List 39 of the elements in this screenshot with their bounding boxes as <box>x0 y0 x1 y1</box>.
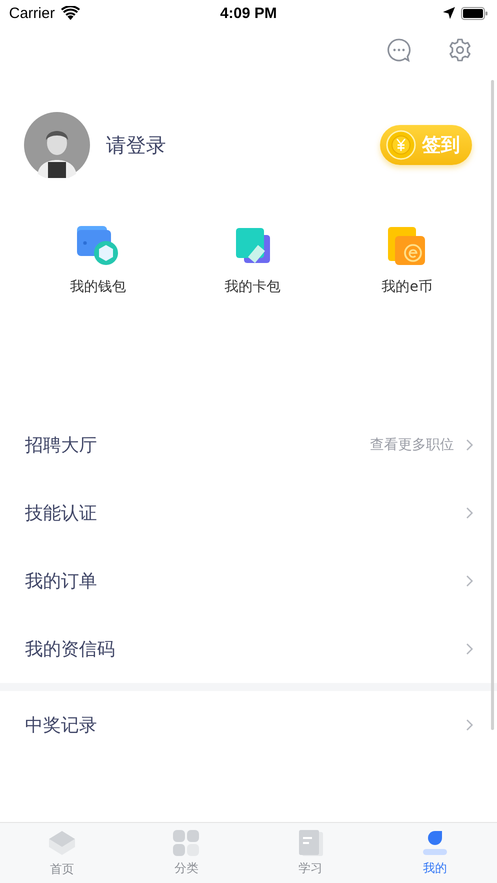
category-icon <box>173 830 200 856</box>
shortcut-item[interactable]: 我的钱包 <box>58 226 138 296</box>
card-icon <box>234 226 272 266</box>
shortcut-item[interactable]: 我的e币 <box>367 226 447 296</box>
menu-label: 技能认证 <box>25 502 98 525</box>
chevron-icon <box>466 575 473 587</box>
chevron-icon <box>466 507 473 519</box>
settings-icon[interactable] <box>448 38 472 62</box>
chevron-icon <box>466 439 473 451</box>
menu-hint: 查看更多职位 <box>370 436 454 454</box>
menu-label: 招聘大厅 <box>25 434 98 457</box>
chevron-icon <box>466 643 473 655</box>
coin-icon <box>386 130 416 160</box>
menu-row[interactable]: 技能认证 <box>0 479 497 547</box>
login-link[interactable]: 请登录 <box>106 132 364 158</box>
carrier-label: Carrier <box>9 4 55 22</box>
wallet-icon <box>77 226 119 266</box>
shortcut-item[interactable]: 我的卡包 <box>212 226 292 296</box>
shortcut-label: 我的钱包 <box>70 278 126 296</box>
book-icon <box>298 830 323 856</box>
menu-label: 我的资信码 <box>25 638 116 661</box>
menu-row[interactable]: 我的订单 <box>0 547 497 615</box>
menu-row[interactable]: 招聘大厅 查看更多职位 <box>0 411 497 479</box>
menu-row[interactable]: 中奖记录 <box>0 691 497 759</box>
menu-label: 我的订单 <box>25 570 98 593</box>
shortcut-label: 我的卡包 <box>224 278 280 296</box>
shortcut-label: 我的e币 <box>382 278 432 296</box>
avatar-icon[interactable] <box>24 112 90 178</box>
coin-icon <box>387 226 427 266</box>
tab[interactable]: 我的 <box>372 823 497 883</box>
menu-label: 中奖记录 <box>25 714 98 737</box>
menu-row[interactable]: 我的资信码 <box>0 615 497 683</box>
status-time: 4:09 PM <box>220 4 277 22</box>
location-icon <box>442 7 455 19</box>
message-icon[interactable] <box>387 38 411 62</box>
chevron-icon <box>466 719 473 731</box>
wifi-icon <box>60 6 80 20</box>
battery-icon <box>460 6 488 20</box>
person-icon <box>422 830 448 856</box>
